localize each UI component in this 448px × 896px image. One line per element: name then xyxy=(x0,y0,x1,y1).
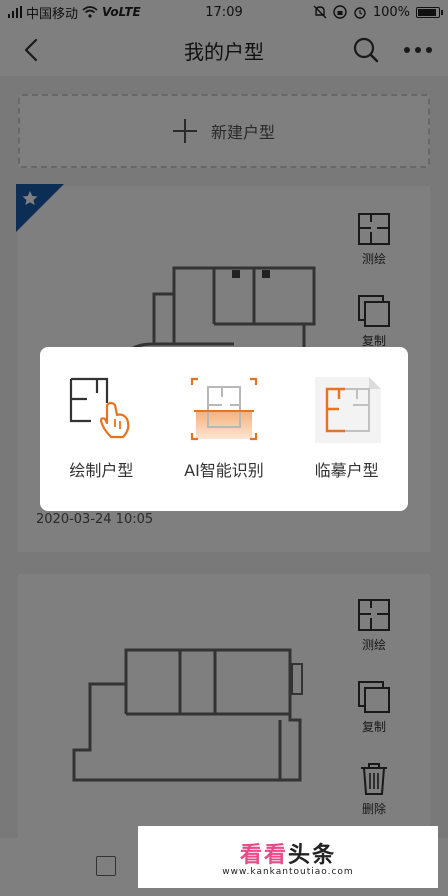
watermark-logo: 看看头条 www.kankantoutiao.com xyxy=(138,826,438,888)
create-plan-dialog: 绘制户型 AI智能识别 临摹户型 xyxy=(40,347,408,511)
trace-plan-icon xyxy=(314,377,381,443)
option-trace-plan[interactable]: 临摹户型 xyxy=(292,375,402,481)
ai-recognize-label: AI智能识别 xyxy=(184,461,264,480)
draw-plan-icon xyxy=(70,377,130,439)
watermark-title: 看看头条 xyxy=(240,837,336,869)
watermark-url: www.kankantoutiao.com xyxy=(222,867,354,877)
watermark-text-1: 看看 xyxy=(239,843,288,868)
option-draw-plan[interactable]: 绘制户型 xyxy=(46,375,156,481)
draw-plan-label: 绘制户型 xyxy=(69,461,134,480)
ai-scan-icon xyxy=(190,377,258,441)
watermark-text-2: 头条 xyxy=(288,843,337,868)
trace-plan-label: 临摹户型 xyxy=(314,461,379,480)
option-ai-recognize[interactable]: AI智能识别 xyxy=(169,375,279,481)
